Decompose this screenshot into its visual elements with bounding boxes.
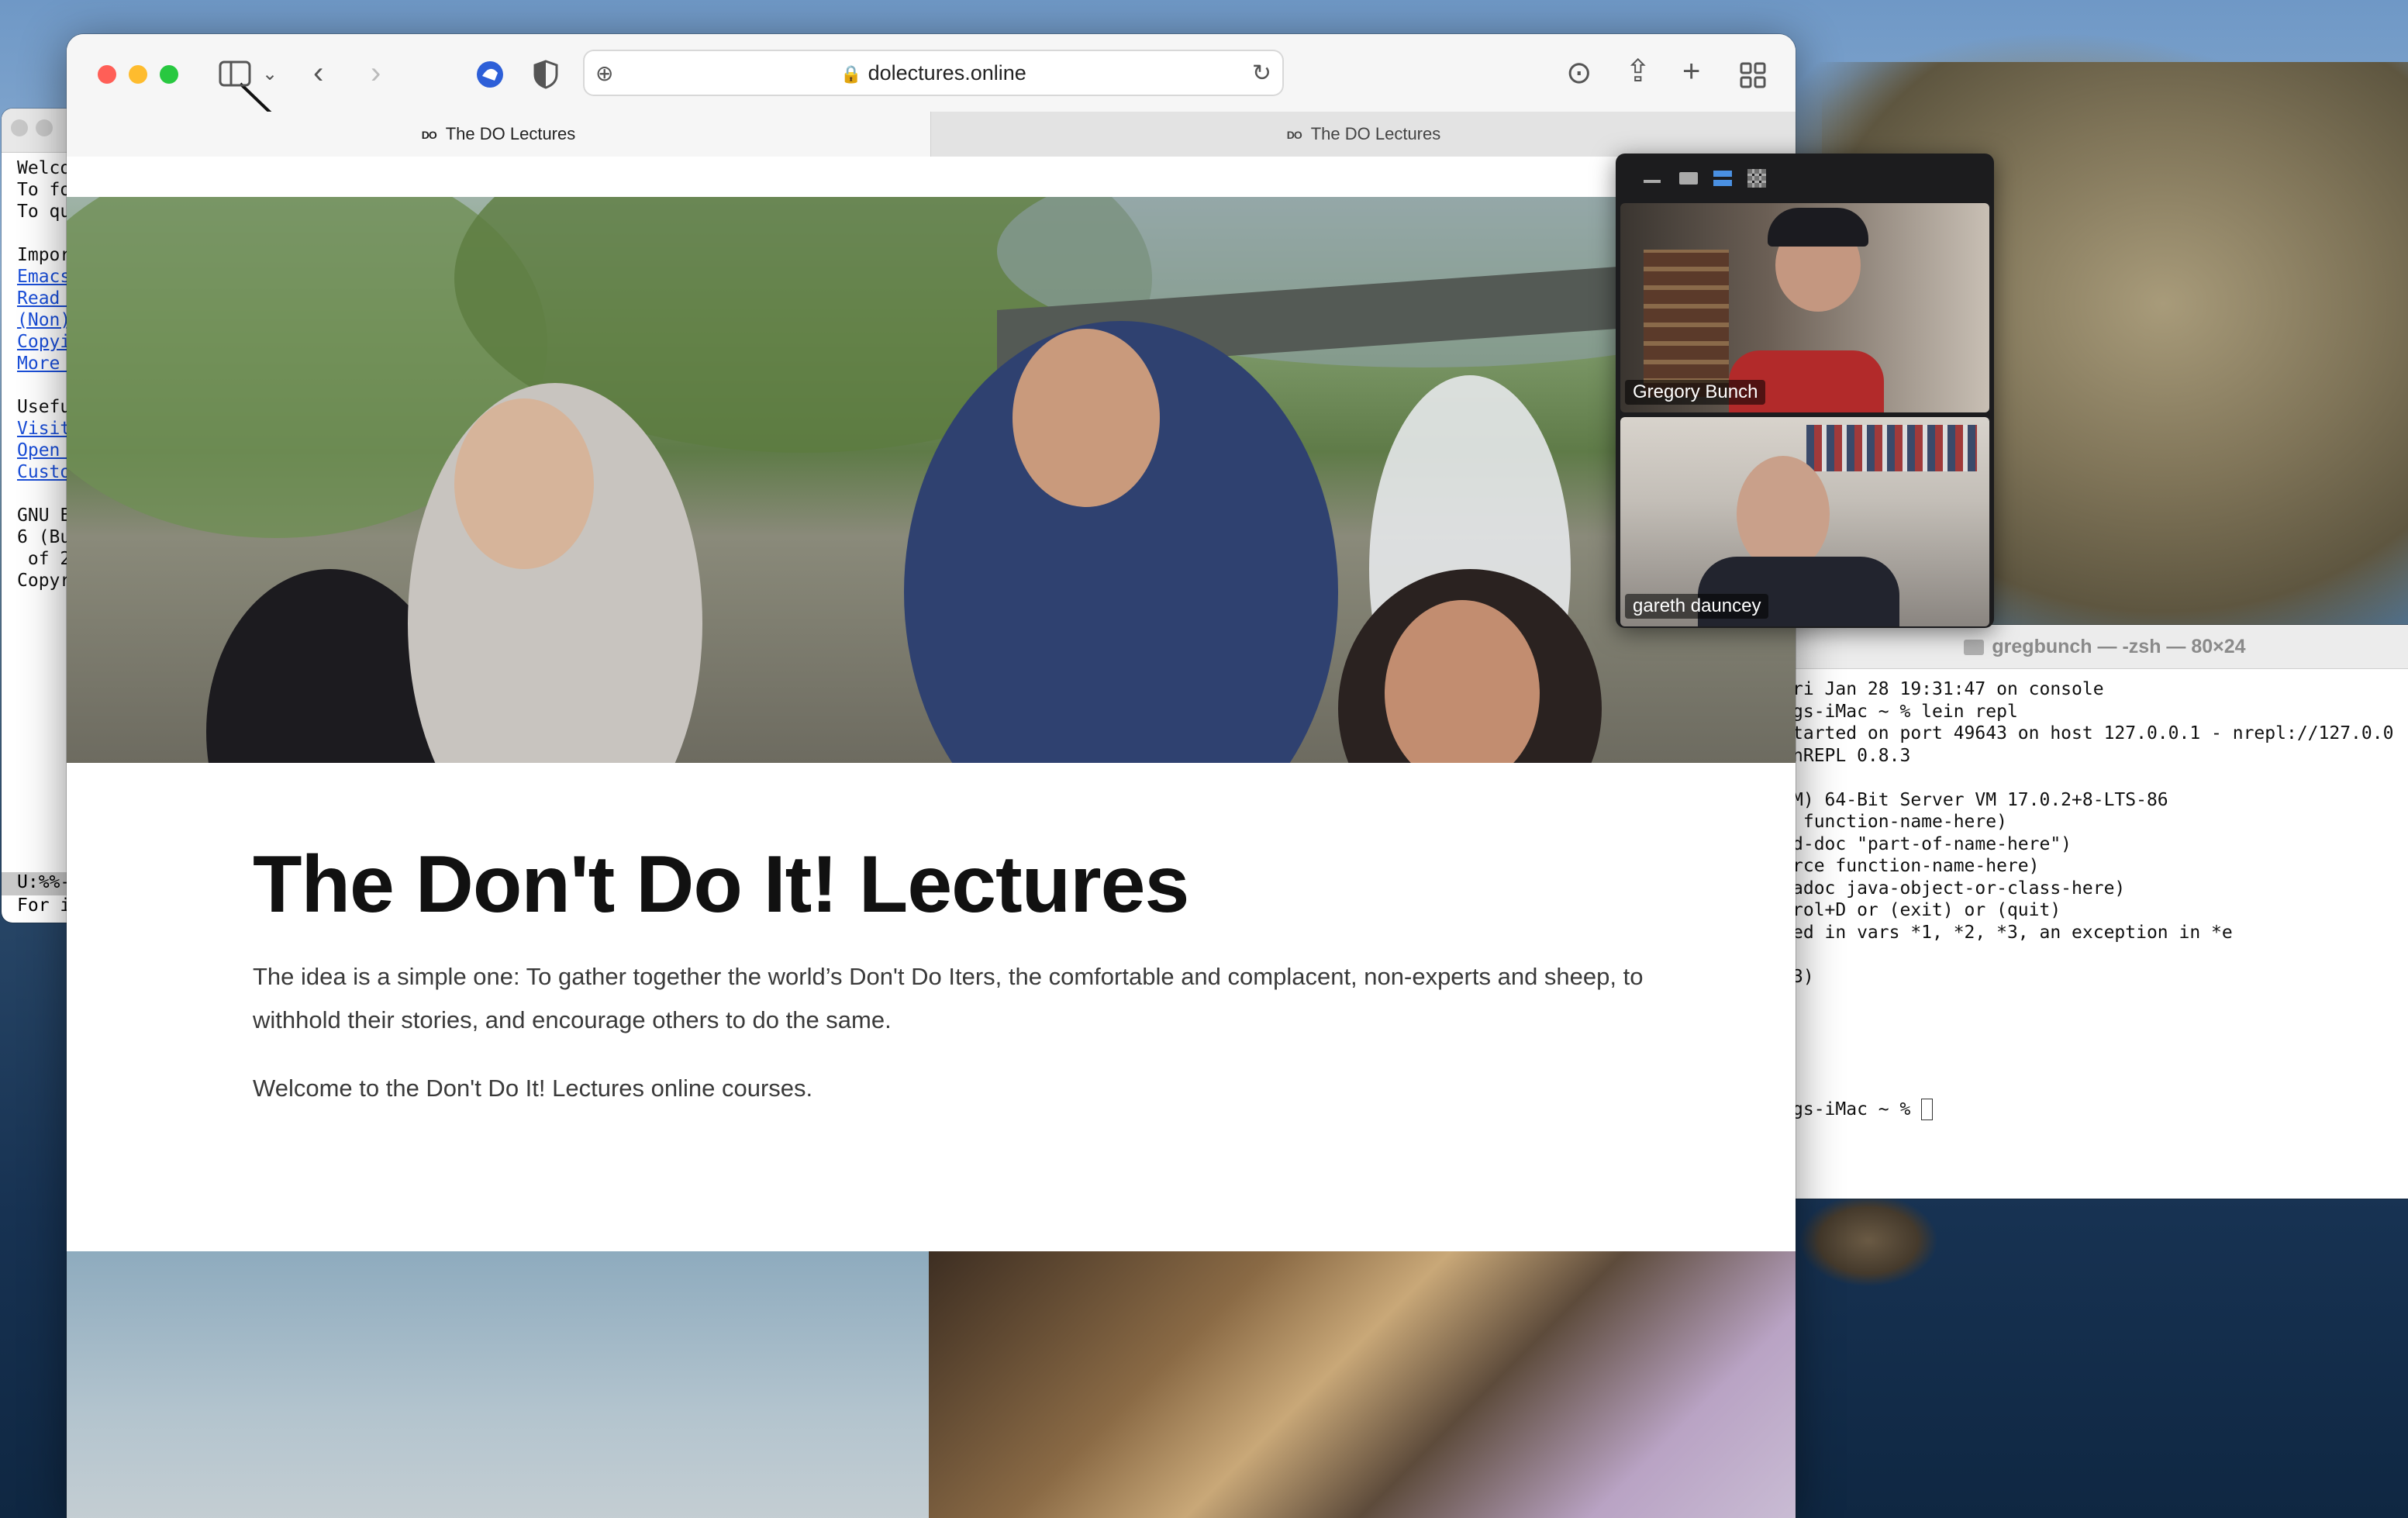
barn-interior-photo: [929, 1251, 1796, 1518]
do-lectures-favicon: DO: [1286, 129, 1302, 142]
extension-icon[interactable]: [474, 59, 505, 90]
reload-icon[interactable]: ↻: [1252, 58, 1271, 89]
new-tab-icon[interactable]: +: [1682, 56, 1700, 87]
welcome-paragraph: Welcome to the Don't Do It! Lectures onl…: [253, 1075, 813, 1102]
web-page[interactable]: The Don't Do It! Lectures The idea is a …: [67, 157, 1796, 1518]
forward-arrow-icon[interactable]: ›: [371, 57, 381, 88]
participant-video-tile[interactable]: gareth dauncey: [1620, 417, 1989, 626]
address-bar[interactable]: ⊕ 🔒 dolectures.online ↻: [585, 51, 1282, 95]
emacs-minimize-button[interactable]: [36, 119, 53, 136]
do-lectures-favicon: DO: [421, 129, 437, 142]
sidebar-icon[interactable]: [219, 60, 253, 88]
emacs-close-button[interactable]: [11, 119, 28, 136]
chevron-down-icon[interactable]: ⌄: [262, 59, 278, 90]
tab-bar: DO The DO Lectures DO The DO Lectures: [67, 112, 1796, 157]
terminal-prompt[interactable]: gs-iMac ~ %: [1792, 1099, 2408, 1120]
terminal-line: gs-iMac ~ % lein repl: [1792, 701, 2018, 722]
terminal-title-bar[interactable]: gregbunch — -zsh — 80×24: [1783, 625, 2408, 669]
tab-overview-icon[interactable]: [1740, 62, 1766, 88]
tab-do-lectures-2[interactable]: DO The DO Lectures: [930, 112, 1796, 157]
participant-video-tile[interactable]: Gregory Bunch: [1620, 203, 1989, 412]
participant-name: Gregory Bunch: [1625, 380, 1766, 405]
lock-icon: 🔒: [840, 64, 862, 84]
minimize-view-icon[interactable]: [1642, 169, 1664, 188]
terminal-line: rol+D or (exit) or (quit): [1792, 900, 2061, 920]
sea-rock: [1799, 1194, 1938, 1287]
tab-do-lectures-1[interactable]: DO The DO Lectures: [67, 112, 930, 157]
terminal-line: adoc java-object-or-class-here): [1792, 878, 2126, 899]
sky-photo: [67, 1251, 929, 1518]
hero-photo: [67, 197, 1796, 763]
download-icon[interactable]: ⊙: [1566, 57, 1592, 88]
prompt-text: gs-iMac ~ %: [1792, 1099, 1922, 1120]
terminal-line: rce function-name-here): [1792, 856, 2040, 876]
terminal-line: ed in vars *1, *2, *3, an exception in *…: [1792, 922, 2233, 943]
safari-window[interactable]: ⌄ ‹ › ⊕ 🔒 dolectures.online ↻ ⊙ ⇪ + DO The…: [67, 34, 1796, 1518]
terminal-line: d-doc "part-of-name-here"): [1792, 833, 2072, 854]
intro-paragraph: The idea is a simple one: To gather toge…: [253, 963, 1644, 1033]
safari-toolbar: ⌄ ‹ › ⊕ 🔒 dolectures.online ↻ ⊙ ⇪ +: [67, 34, 1796, 124]
url-value: dolectures.online: [868, 61, 1026, 85]
cursor-icon: [1921, 1099, 1934, 1120]
terminal-line: 3): [1792, 966, 1814, 987]
stack-view-icon[interactable]: [1712, 169, 1734, 188]
share-icon[interactable]: ⇪: [1625, 56, 1651, 87]
terminal-line: nREPL 0.8.3: [1792, 745, 1911, 766]
page-headline: The Don't Do It! Lectures: [253, 840, 1189, 930]
terminal-title: gregbunch — -zsh — 80×24: [1992, 636, 2246, 657]
close-button[interactable]: [98, 65, 116, 84]
call-view-controls: [1616, 154, 1994, 202]
terminal-line: M) 64-Bit Server VM 17.0.2+8-LTS-86: [1792, 789, 2168, 810]
terminal-window[interactable]: gregbunch — -zsh — 80×24 ri Jan 28 19:31…: [1783, 625, 2408, 1199]
grid-view-icon[interactable]: [1746, 169, 1768, 188]
back-arrow-icon[interactable]: ‹: [313, 57, 323, 88]
folder-icon: [1964, 640, 1985, 656]
url-text: 🔒 dolectures.online: [585, 51, 1282, 96]
video-call-panel[interactable]: Gregory Bunch gareth dauncey: [1616, 154, 1994, 628]
speaker-view-icon[interactable]: [1678, 169, 1699, 188]
terminal-line: tarted on port 49643 on host 127.0.0.1 -…: [1792, 723, 2394, 743]
terminal-output[interactable]: ri Jan 28 19:31:47 on console gs-iMac ~ %…: [1783, 669, 2408, 1120]
terminal-line: ri Jan 28 19:31:47 on console: [1792, 679, 2104, 699]
tab-label: The DO Lectures: [1310, 124, 1441, 143]
privacy-shield-icon[interactable]: [532, 59, 560, 90]
participant-name: gareth dauncey: [1625, 594, 1769, 619]
terminal-line: function-name-here): [1792, 812, 2007, 832]
tab-label: The DO Lectures: [445, 124, 576, 143]
minimize-button[interactable]: [129, 65, 147, 84]
